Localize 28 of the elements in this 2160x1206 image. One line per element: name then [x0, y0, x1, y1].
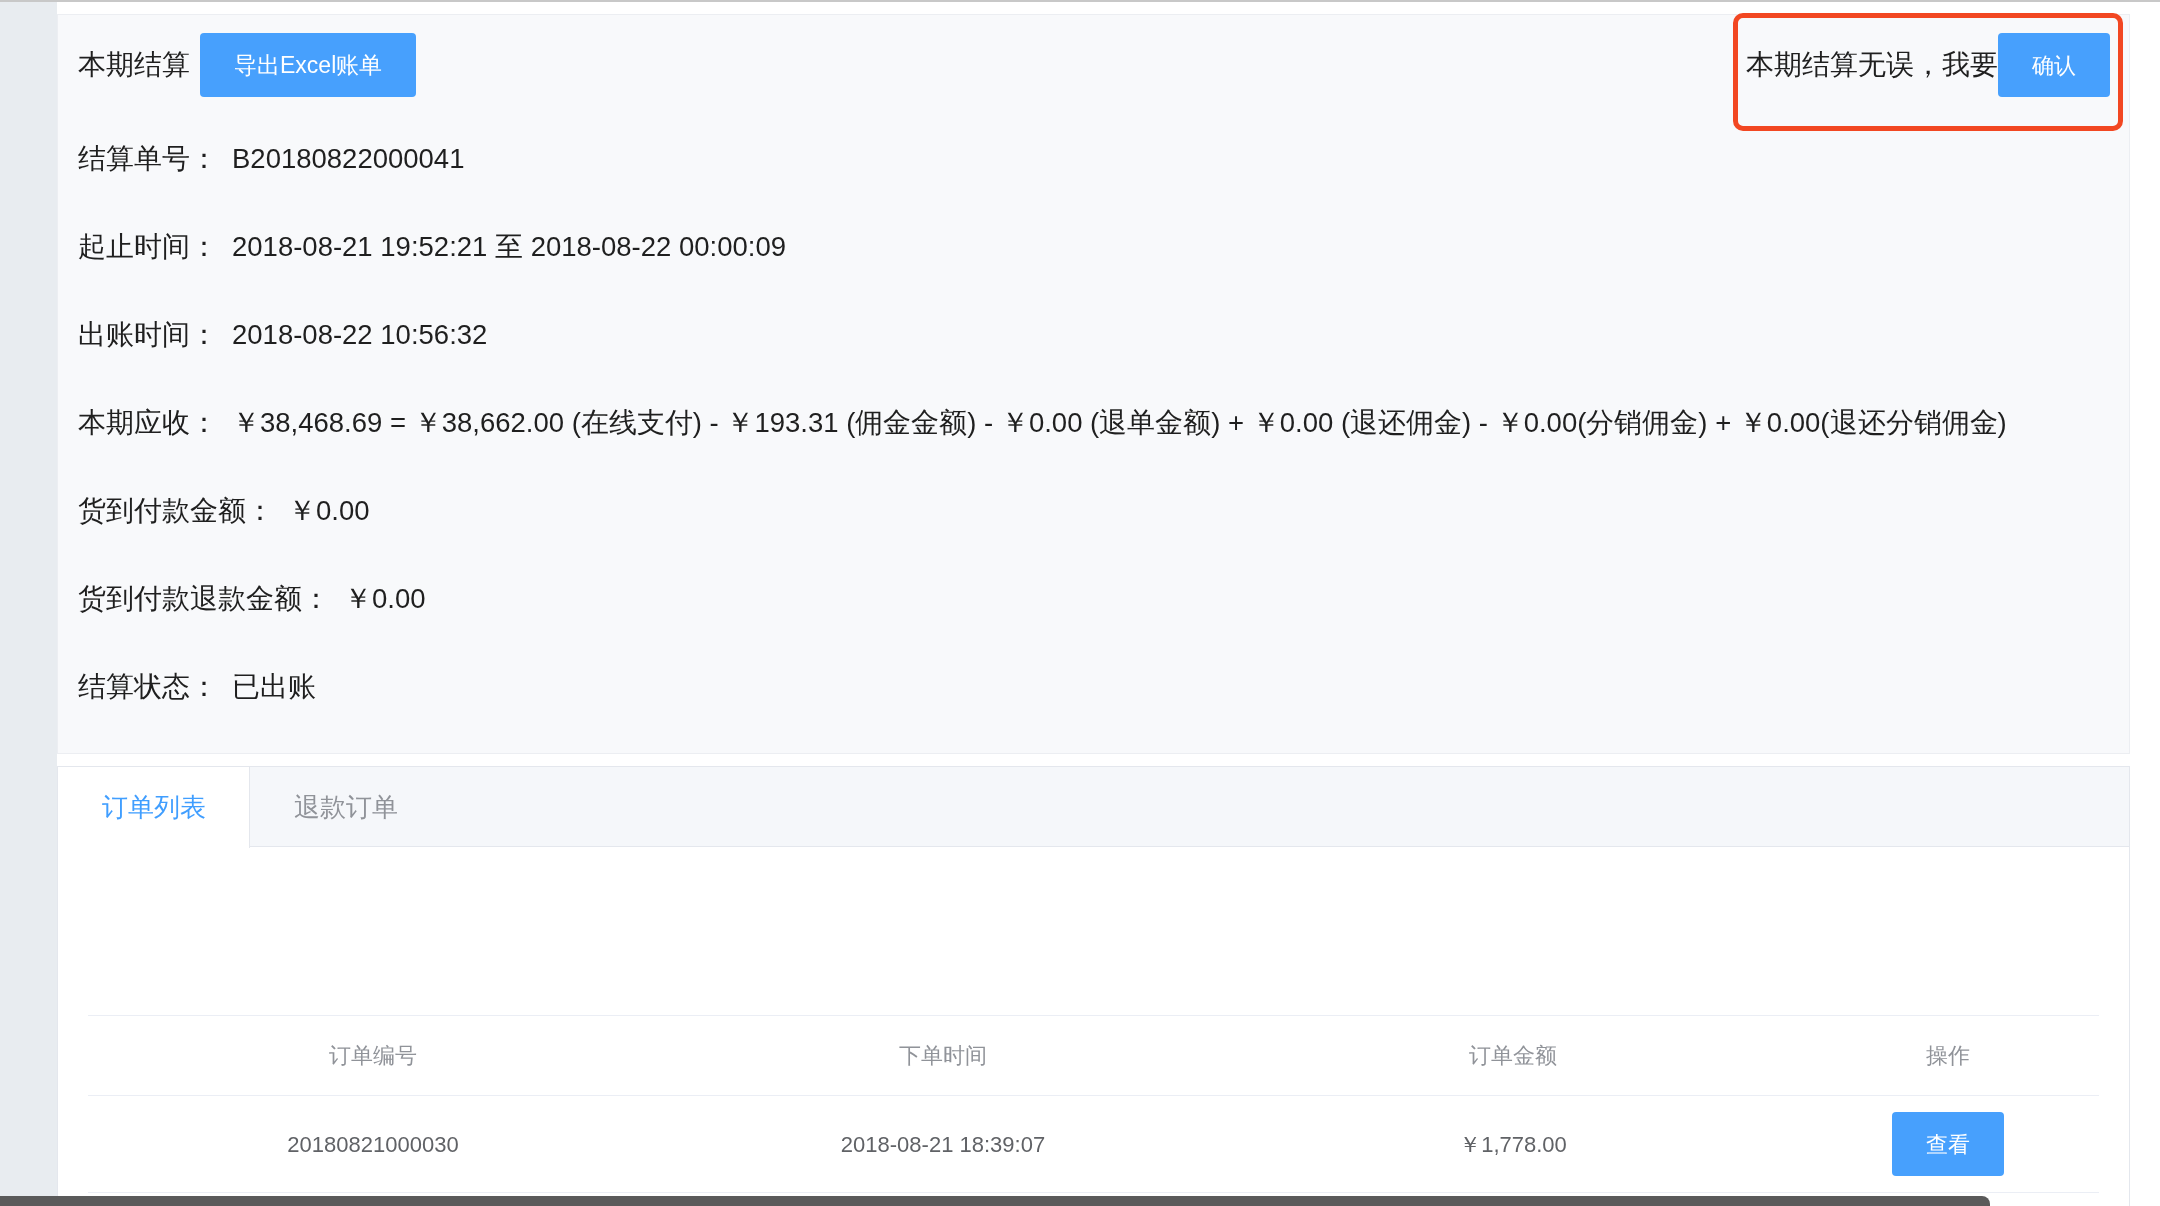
column-header: 订单金额 [1469, 1042, 1557, 1070]
table-cell-text: 20180821000030 [287, 1130, 459, 1159]
field-value: ￥38,468.69 = ￥38,662.00 (在线支付) - ￥193.31 (佣金金额) - ￥0.00 (退单金额) + ￥0.00 (退还佣金) - ￥0.00(分销佣金) + ￥0.00(退还分销佣金) [232, 406, 2007, 441]
field-label: 本期应收： [78, 406, 218, 441]
field-value: 2018-08-21 19:52:21 至 2018-08-22 00:00:09 [232, 230, 786, 265]
table-cell-text: 2018-08-21 18:39:07 [840, 1130, 1046, 1159]
field-label: 结算单号： [78, 142, 218, 177]
field-value: 已出账 [232, 670, 316, 705]
confirm-button[interactable]: 确认 [1998, 33, 2110, 97]
column-header: 订单编号 [329, 1042, 417, 1070]
confirm-prompt: 本期结算无误，我要 [1746, 48, 1998, 82]
table-cell-text: ￥1,778.00 [1459, 1130, 1567, 1159]
field-label: 出账时间： [78, 318, 218, 353]
field-value: ￥0.00 [288, 494, 370, 529]
field-label: 货到付款金额： [78, 494, 274, 529]
field-value: 2018-08-22 10:56:32 [232, 318, 488, 353]
field-label: 货到付款退款金额： [78, 582, 330, 617]
field-value: B20180822000041 [232, 142, 465, 177]
field-label: 起止时间： [78, 230, 218, 265]
export-excel-button[interactable]: 导出Excel账单 [200, 33, 417, 97]
column-header: 下单时间 [899, 1042, 987, 1070]
field-label: 结算状态： [78, 670, 218, 705]
section-title: 本期结算 [78, 48, 190, 82]
tab[interactable]: 退款订单 [250, 767, 442, 847]
view-button[interactable]: 查看 [1892, 1112, 2004, 1176]
field-value: ￥0.00 [344, 582, 426, 617]
tab[interactable]: 订单列表 [58, 767, 250, 848]
column-header: 操作 [1926, 1042, 1970, 1070]
